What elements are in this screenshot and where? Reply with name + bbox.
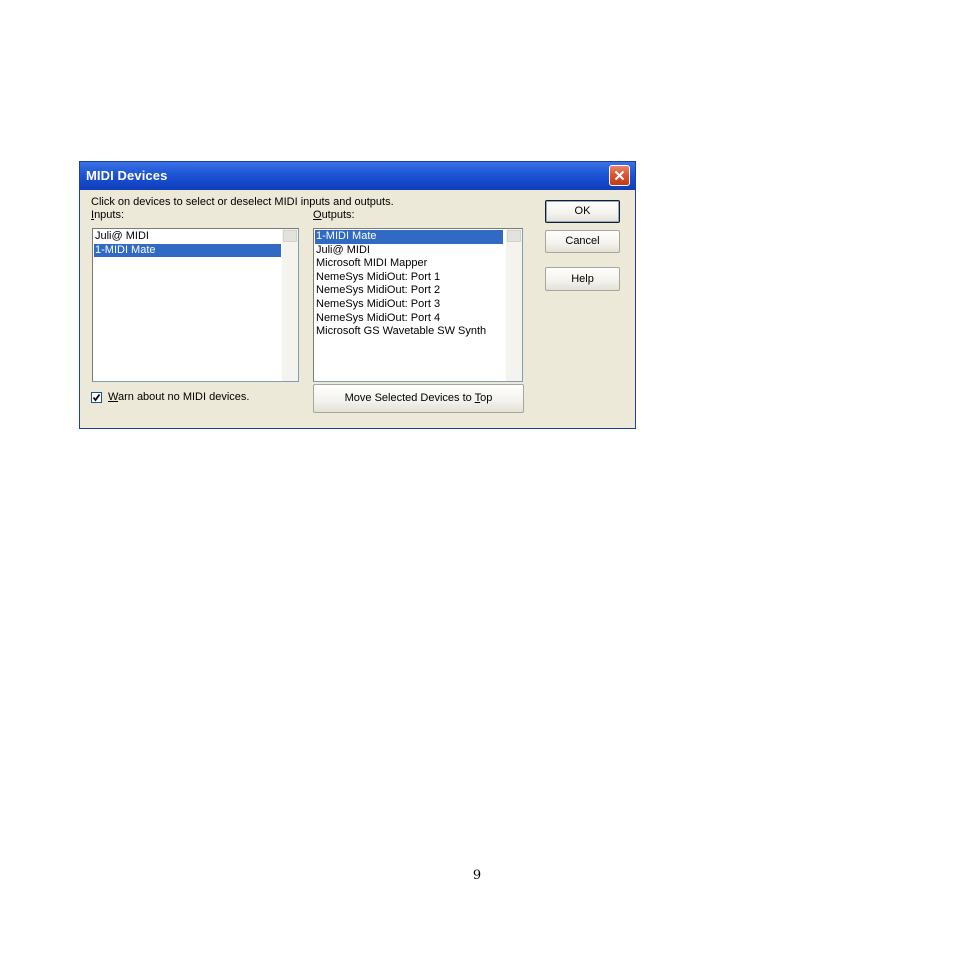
help-button[interactable]: Help [545, 267, 620, 291]
inputs-list: Juli@ MIDI 1-MIDI Mate [94, 230, 281, 258]
list-item[interactable]: Microsoft GS Wavetable SW Synth [315, 325, 503, 339]
ok-button[interactable]: OK [545, 200, 620, 223]
list-item[interactable]: Juli@ MIDI [94, 230, 281, 244]
dialog-body: Click on devices to select or deselect M… [83, 190, 632, 425]
list-item[interactable]: 1-MIDI Mate [315, 230, 503, 244]
warn-label-rest: arn about no MIDI devices. [117, 391, 250, 403]
inputs-scroll-thumb[interactable] [283, 230, 297, 242]
move-button-label-end: op [480, 392, 493, 404]
outputs-list: 1-MIDI Mate Juli@ MIDI Microsoft MIDI Mapp… [315, 230, 503, 339]
inputs-label-rest: nputs: [94, 209, 125, 221]
instruction-text: Click on devices to select or deselect M… [91, 196, 394, 208]
page-number: 9 [472, 868, 482, 883]
inputs-label: Inputs: [91, 209, 125, 221]
title-bar[interactable]: MIDI Devices [80, 162, 635, 190]
inputs-listbox[interactable]: Juli@ MIDI 1-MIDI Mate [92, 228, 299, 382]
inputs-scrollbar[interactable] [282, 229, 298, 381]
outputs-label: Outputs: [313, 209, 355, 221]
midi-devices-dialog: MIDI Devices Click on devices to select … [79, 161, 636, 429]
move-button-label-main: Move Selected Devices to [344, 392, 475, 404]
dialog-title: MIDI Devices [86, 168, 168, 183]
cancel-button[interactable]: Cancel [545, 230, 620, 253]
list-item[interactable]: NemeSys MidiOut: Port 1 [315, 271, 503, 285]
document-page: MIDI Devices Click on devices to select … [0, 0, 954, 954]
warn-checkbox-row[interactable]: Warn about no MIDI devices. [91, 390, 249, 404]
outputs-scroll-thumb[interactable] [507, 230, 521, 242]
list-item[interactable]: Juli@ MIDI [315, 244, 503, 258]
outputs-listbox[interactable]: 1-MIDI Mate Juli@ MIDI Microsoft MIDI Mapp… [313, 228, 523, 382]
list-item[interactable]: Microsoft MIDI Mapper [315, 257, 503, 271]
list-item[interactable]: NemeSys MidiOut: Port 3 [315, 298, 503, 312]
list-item[interactable]: NemeSys MidiOut: Port 4 [315, 312, 503, 326]
move-selected-to-top-button[interactable]: Move Selected Devices to Top [313, 384, 524, 413]
list-item[interactable]: NemeSys MidiOut: Port 2 [315, 284, 503, 298]
list-item[interactable]: 1-MIDI Mate [94, 243, 281, 258]
warn-checkbox-label: Warn about no MIDI devices. [108, 391, 250, 403]
outputs-scrollbar[interactable] [506, 229, 522, 381]
close-button[interactable] [609, 165, 630, 186]
outputs-label-rest: utputs: [321, 209, 355, 221]
warn-checkbox[interactable] [91, 391, 102, 403]
